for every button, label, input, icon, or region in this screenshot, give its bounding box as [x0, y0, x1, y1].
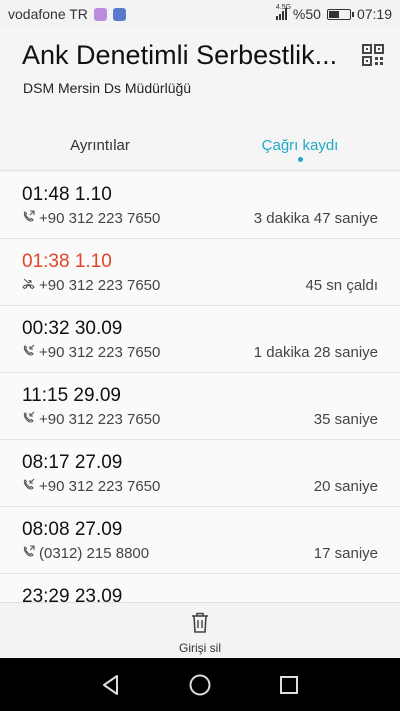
battery-percent: %50	[292, 6, 321, 22]
home-circle-icon[interactable]	[185, 670, 215, 700]
call-duration: 17 saniye	[313, 545, 378, 562]
incoming-call-icon	[22, 344, 35, 361]
carrier-name: vodafone TR	[8, 6, 88, 22]
call-log-row[interactable]: 23:29 23.09	[0, 574, 400, 602]
call-time: 11:15 29.09	[22, 385, 121, 406]
call-time: 08:17 27.09	[22, 452, 123, 473]
call-time: 23:29 23.09	[22, 586, 123, 602]
tab-details-label: Ayrıntılar	[70, 137, 130, 154]
contact-subtitle: DSM Mersin Ds Müdürlüğü	[23, 80, 192, 96]
status-right: 4.5G %50 07:19	[275, 4, 392, 22]
call-log-row[interactable]: 11:15 29.09 +90 312 223 7650 35 saniye	[0, 373, 400, 440]
missed-call-icon	[22, 277, 35, 294]
call-log-list[interactable]: 01:48 1.10 +90 312 223 7650 3 dakika 47 sa…	[0, 172, 400, 602]
tab-bar: Ayrıntılar Çağrı kaydı	[0, 127, 400, 171]
tab-details[interactable]: Ayrıntılar	[0, 127, 200, 170]
call-duration: 35 saniye	[313, 411, 378, 428]
call-log-row[interactable]: 08:08 27.09 (0312) 215 8800 17 saniye	[0, 507, 400, 574]
battery-icon	[326, 8, 354, 20]
call-time: 08:08 27.09	[22, 519, 123, 540]
call-log-row[interactable]: 01:48 1.10 +90 312 223 7650 3 dakika 47 sa…	[0, 172, 400, 239]
network-type-label: 4.5G	[275, 4, 292, 11]
call-time: 01:38 1.10	[22, 251, 112, 272]
call-log-row[interactable]: 08:17 27.09 +90 312 223 7650 20 saniye	[0, 440, 400, 507]
bottom-action-bar: Girişi sil	[0, 602, 400, 658]
call-number: +90 312 223 7650	[39, 478, 161, 495]
contact-name: Ank Denetimli Serbestlik...	[22, 40, 338, 70]
call-log-row[interactable]: 01:38 1.10 +90 312 223 7650 45 sn çaldı	[0, 239, 400, 306]
call-duration: 1 dakika 28 saniye	[253, 344, 378, 361]
notification-store-icon	[112, 7, 126, 21]
back-triangle-icon[interactable]	[96, 670, 126, 700]
call-log-row[interactable]: 00:32 30.09 +90 312 223 7650 1 dakika 28 s…	[0, 306, 400, 373]
call-duration: 3 dakika 47 saniye	[253, 210, 378, 227]
incoming-call-icon	[22, 478, 35, 495]
qr-code-icon[interactable]	[362, 44, 384, 66]
notification-app-icon	[93, 7, 107, 21]
system-nav-bar	[0, 658, 400, 711]
clock: 07:19	[356, 6, 392, 22]
contact-header: Ank Denetimli Serbestlik... DSM Mersin D…	[0, 28, 400, 143]
call-number: (0312) 215 8800	[39, 545, 150, 562]
trash-icon	[192, 612, 208, 633]
call-number: +90 312 223 7650	[39, 344, 161, 361]
call-number: +90 312 223 7650	[39, 277, 161, 294]
call-number-line: +90 312 223 7650	[22, 478, 160, 495]
outgoing-call-icon	[22, 210, 35, 227]
status-bar: vodafone TR 4.5G %50 07:19	[0, 0, 400, 28]
call-time: 00:32 30.09	[22, 318, 123, 339]
call-number: +90 312 223 7650	[39, 210, 161, 227]
call-number-line: +90 312 223 7650	[22, 277, 160, 294]
call-number-line: +90 312 223 7650	[22, 344, 160, 361]
call-number-line: (0312) 215 8800	[22, 545, 149, 562]
status-left: vodafone TR	[8, 6, 126, 22]
call-time: 01:48 1.10	[22, 184, 112, 205]
signal-strength-icon: 4.5G	[275, 4, 291, 20]
active-tab-indicator	[298, 157, 303, 162]
call-duration: 45 sn çaldı	[305, 277, 378, 294]
call-number-line: +90 312 223 7650	[22, 411, 160, 428]
tab-call-log[interactable]: Çağrı kaydı	[200, 127, 400, 170]
call-number: +90 312 223 7650	[39, 411, 161, 428]
call-number-line: +90 312 223 7650	[22, 210, 160, 227]
outgoing-call-icon	[22, 545, 35, 562]
delete-entry-button[interactable]: Girişi sil	[150, 603, 250, 659]
tab-call-log-label: Çağrı kaydı	[261, 137, 339, 154]
incoming-call-icon	[22, 411, 35, 428]
call-duration: 20 saniye	[313, 478, 378, 495]
delete-entry-label: Girişi sil	[179, 641, 221, 655]
recents-square-icon[interactable]	[274, 670, 304, 700]
